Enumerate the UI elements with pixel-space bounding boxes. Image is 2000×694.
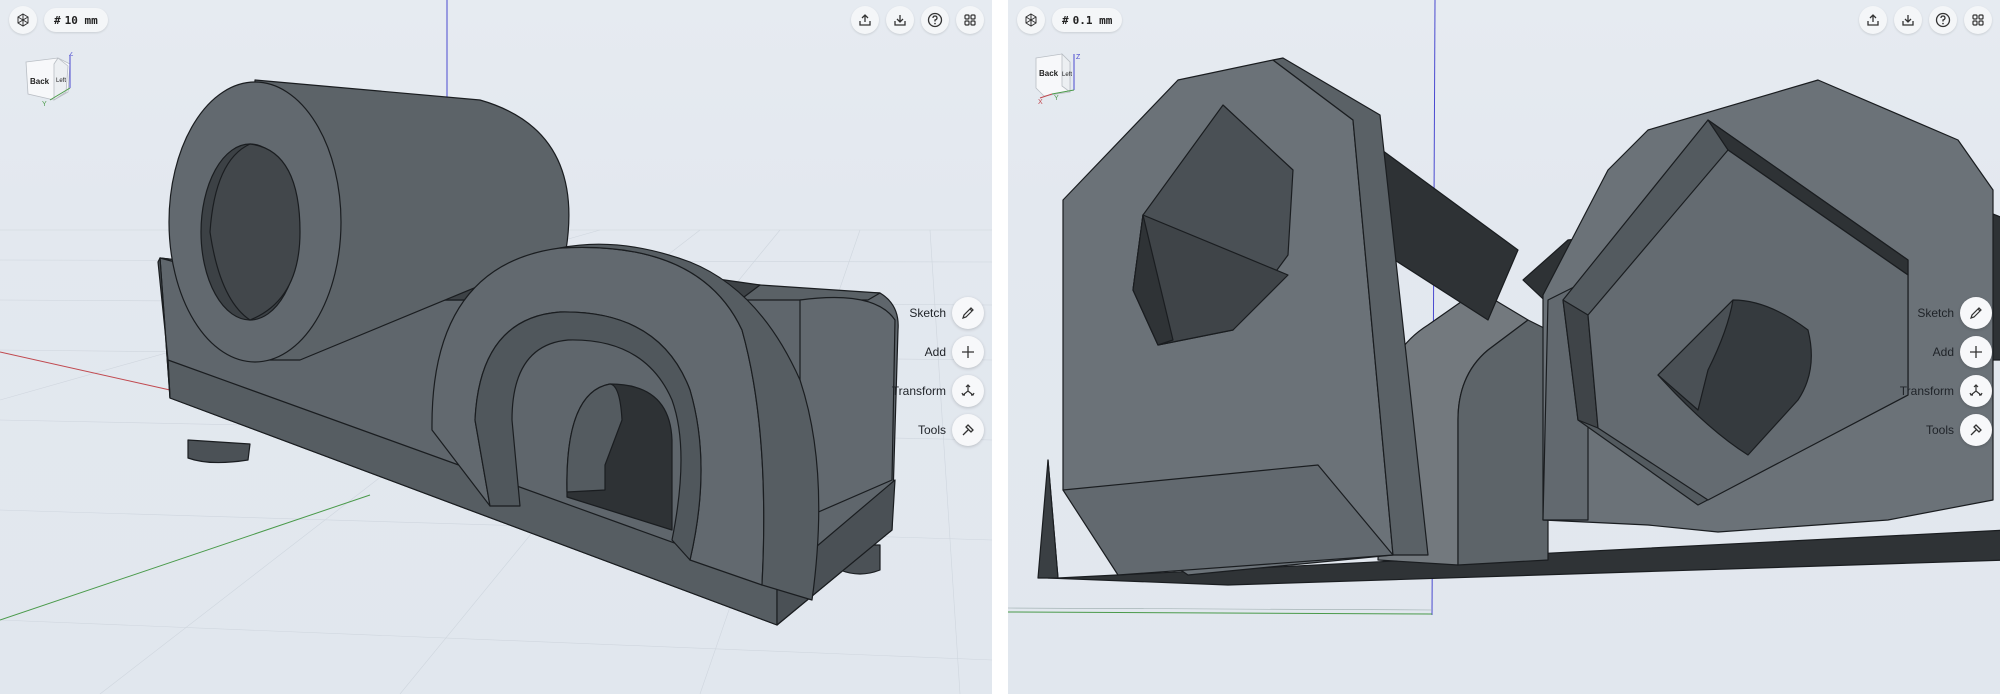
cube-axis-x: X	[1038, 99, 1043, 106]
model-right[interactable]	[1037, 57, 2000, 586]
hash-icon: #	[1062, 13, 1069, 27]
axis-x-line	[0, 351, 171, 391]
view-mode-button[interactable]	[1017, 6, 1045, 34]
transform-tool[interactable]: Transform	[1900, 375, 1992, 407]
pencil-icon	[1970, 307, 1982, 319]
download-icon	[894, 15, 906, 26]
add-tool[interactable]: Add	[1933, 336, 1992, 368]
export-icon	[859, 14, 871, 26]
hammer-icon	[962, 424, 974, 436]
grid-view-icon	[964, 14, 976, 26]
axis-y-line	[1008, 611, 1433, 615]
axis-y-line	[0, 494, 371, 621]
add-label: Add	[1932, 345, 1954, 359]
axis-x-line	[1008, 607, 1433, 611]
transform-tool[interactable]: Transform	[892, 375, 984, 407]
plus-icon	[1970, 346, 1982, 358]
cube-axis-z: Z	[1076, 54, 1081, 61]
view-mode-button[interactable]	[9, 6, 37, 34]
move-arrows-icon	[1969, 384, 1983, 396]
grid-size-pill[interactable]: # 0.1 mm	[1052, 8, 1123, 32]
grid-size-label: 0.1 mm	[1072, 13, 1113, 27]
grid-view-icon	[1972, 14, 1984, 26]
export-button[interactable]	[1859, 6, 1887, 34]
add-button[interactable]	[1960, 336, 1992, 368]
transform-button[interactable]	[952, 375, 984, 407]
sketch-label: Sketch	[1917, 306, 1954, 320]
export-icon	[1867, 14, 1879, 26]
scene-left[interactable]	[0, 0, 992, 694]
split-divider[interactable]	[992, 0, 1008, 694]
tools-label: Tools	[917, 423, 946, 437]
help-icon	[1935, 12, 1951, 28]
grid-size-label: 10 mm	[64, 13, 98, 27]
cube-axis-y: Y	[1054, 95, 1059, 102]
perspective-icon	[17, 13, 29, 27]
grid-size-pill[interactable]: # 10 mm	[44, 8, 108, 32]
pencil-icon	[962, 307, 974, 319]
move-arrows-icon	[961, 384, 975, 396]
grid-view-button[interactable]	[1964, 6, 1992, 34]
cube-axis-y: Y	[42, 101, 47, 108]
plus-icon	[962, 346, 974, 358]
view-cube[interactable]: Z Y Back Left	[20, 52, 76, 108]
transform-label: Transform	[1899, 384, 1954, 398]
grid-view-button[interactable]	[956, 6, 984, 34]
transform-button[interactable]	[1960, 375, 1992, 407]
sketch-label: Sketch	[909, 306, 946, 320]
cube-face-side: Left	[56, 78, 66, 84]
sketch-button[interactable]	[1960, 297, 1992, 329]
sketch-button[interactable]	[952, 297, 984, 329]
cube-axis-z: Z	[69, 52, 74, 58]
viewport-right[interactable]: # 0.1 mm Z Y X Back Left Sketch Add Tran…	[1008, 0, 2000, 694]
tools-tool[interactable]: Tools	[918, 414, 984, 446]
cube-face-side: Left	[1062, 72, 1072, 78]
help-button[interactable]	[921, 6, 949, 34]
model-left[interactable]	[157, 79, 899, 626]
download-icon	[1902, 15, 1914, 26]
sketch-tool[interactable]: Sketch	[1917, 297, 1992, 329]
transform-label: Transform	[891, 384, 946, 398]
hash-icon: #	[54, 13, 61, 27]
tools-button[interactable]	[952, 414, 984, 446]
help-icon	[927, 12, 943, 28]
sketch-tool[interactable]: Sketch	[909, 297, 984, 329]
perspective-icon	[1025, 13, 1037, 27]
cube-face-front: Back	[30, 77, 50, 86]
cube-face-front: Back	[1039, 69, 1059, 78]
export-button[interactable]	[851, 6, 879, 34]
download-button[interactable]	[886, 6, 914, 34]
download-button[interactable]	[1894, 6, 1922, 34]
tools-tool[interactable]: Tools	[1926, 414, 1992, 446]
tools-button[interactable]	[1960, 414, 1992, 446]
add-label: Add	[924, 345, 946, 359]
help-button[interactable]	[1929, 6, 1957, 34]
viewport-left[interactable]: # 10 mm Z Y Back Left Sketch Add Transfo…	[0, 0, 992, 694]
hammer-icon	[1970, 424, 1982, 436]
add-tool[interactable]: Add	[925, 336, 984, 368]
add-button[interactable]	[952, 336, 984, 368]
tools-label: Tools	[1925, 423, 1954, 437]
view-cube[interactable]: Z Y X Back Left	[1032, 52, 1088, 108]
scene-right[interactable]	[1008, 0, 2000, 694]
